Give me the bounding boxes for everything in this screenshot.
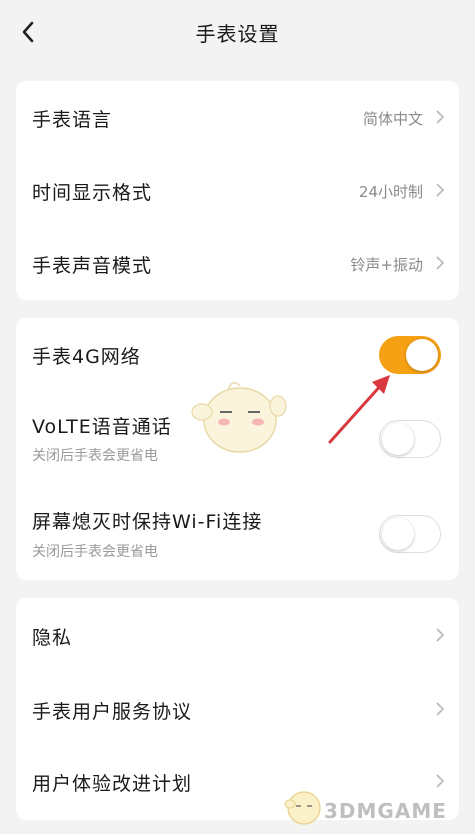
- setting-label: 手表语言: [32, 109, 113, 131]
- mascot-watermark-icon: [191, 382, 287, 453]
- setting-label: VoLTE语音通话: [32, 416, 172, 438]
- chevron-right-icon: [436, 110, 445, 124]
- setting-label: 手表声音模式: [32, 255, 153, 277]
- setting-row-time-format[interactable]: 时间显示格式 24小时制: [16, 154, 459, 227]
- setting-label: 手表4G网络: [32, 346, 141, 368]
- setting-label: 屏幕熄灭时保持Wi-Fi连接: [32, 511, 263, 533]
- setting-row-privacy[interactable]: 隐私: [16, 598, 459, 672]
- settings-card-general: 手表语言 简体中文 时间显示格式 24小时制 手表声音模式 铃声+振动: [16, 81, 459, 300]
- header: 手表设置: [0, 0, 475, 64]
- chevron-right-icon: [436, 256, 445, 270]
- toggle-knob: [382, 518, 414, 550]
- setting-row-wifi-keep: 屏幕熄灭时保持Wi-Fi连接 关闭后手表会更省电: [16, 485, 459, 580]
- setting-subtitle: 关闭后手表会更省电: [32, 448, 158, 464]
- toggle-knob: [406, 339, 438, 371]
- page-title: 手表设置: [195, 22, 280, 46]
- setting-label: 隐私: [32, 627, 73, 649]
- setting-subtitle: 关闭后手表会更省电: [32, 544, 158, 560]
- chevron-right-icon: [436, 774, 445, 788]
- settings-card-legal: 隐私 手表用户服务协议 用户体验改进计划: [16, 598, 459, 820]
- chevron-right-icon: [436, 183, 445, 197]
- chevron-right-icon: [436, 628, 445, 642]
- setting-row-watch-language[interactable]: 手表语言 简体中文: [16, 81, 459, 154]
- setting-row-sound-mode[interactable]: 手表声音模式 铃声+振动: [16, 227, 459, 300]
- setting-label: 手表用户服务协议: [32, 701, 193, 723]
- setting-value: 24小时制: [358, 183, 423, 201]
- toggle-wifi-keep[interactable]: [379, 515, 441, 553]
- chevron-right-icon: [436, 702, 445, 716]
- setting-label: 用户体验改进计划: [32, 773, 193, 795]
- setting-value: 简体中文: [362, 110, 423, 128]
- setting-value: 铃声+振动: [350, 256, 423, 274]
- setting-row-service-agreement[interactable]: 手表用户服务协议: [16, 672, 459, 746]
- watermark-text: 3DMGAME: [324, 799, 447, 823]
- annotation-arrow-icon: [328, 375, 390, 444]
- watermark-logo-icon: [284, 791, 321, 825]
- setting-label: 时间显示格式: [32, 182, 153, 204]
